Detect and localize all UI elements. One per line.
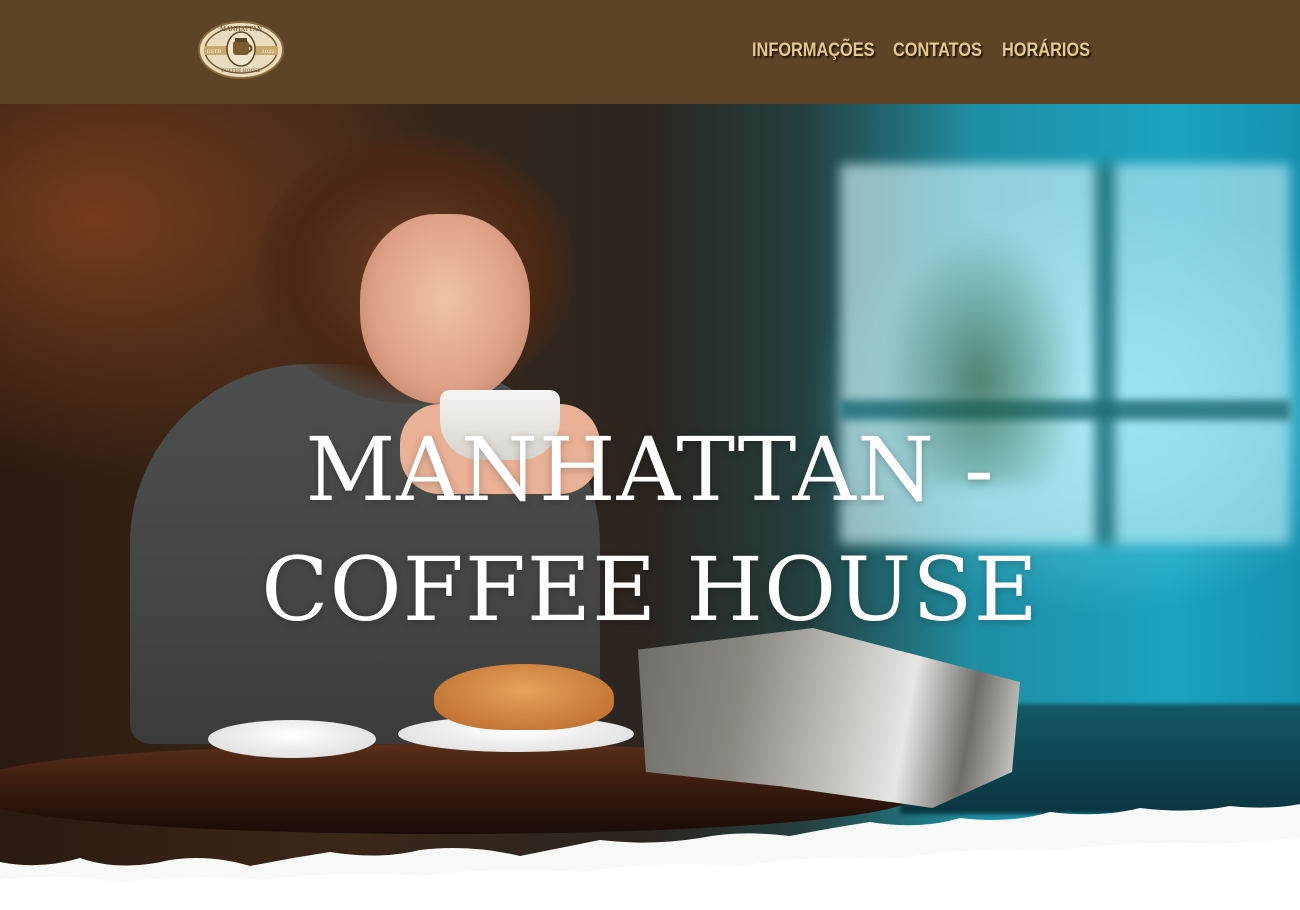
saucer (208, 720, 376, 758)
main-nav: INFORMAÇÕES CONTATOS HORÁRIOS (752, 38, 1090, 64)
nav-link-contatos[interactable]: CONTATOS (893, 38, 982, 64)
logo-text-top: MANHATTAN (220, 26, 262, 33)
hero-banner: MANHATTAN - COFFEE HOUSE (0, 104, 1300, 910)
coffee-house-emblem-icon: MANHATTAN ESTD 2022 COFFEE HOUSE (198, 21, 284, 79)
nav-link-horarios[interactable]: HORÁRIOS (1002, 38, 1090, 64)
hero-title: MANHATTAN - COFFEE HOUSE (261, 418, 1039, 641)
nav-link-informacoes[interactable]: INFORMAÇÕES (752, 38, 875, 64)
croissant (434, 664, 614, 730)
site-header: MANHATTAN ESTD 2022 COFFEE HOUSE INFORMA… (0, 0, 1300, 104)
logo[interactable]: MANHATTAN ESTD 2022 COFFEE HOUSE (198, 20, 284, 80)
person-face (360, 214, 530, 404)
logo-text-left: ESTD (207, 49, 221, 55)
logo-text-bottom: COFFEE HOUSE (221, 68, 260, 74)
logo-text-right: 2022 (262, 49, 275, 55)
brush-stroke-divider (0, 804, 1300, 910)
